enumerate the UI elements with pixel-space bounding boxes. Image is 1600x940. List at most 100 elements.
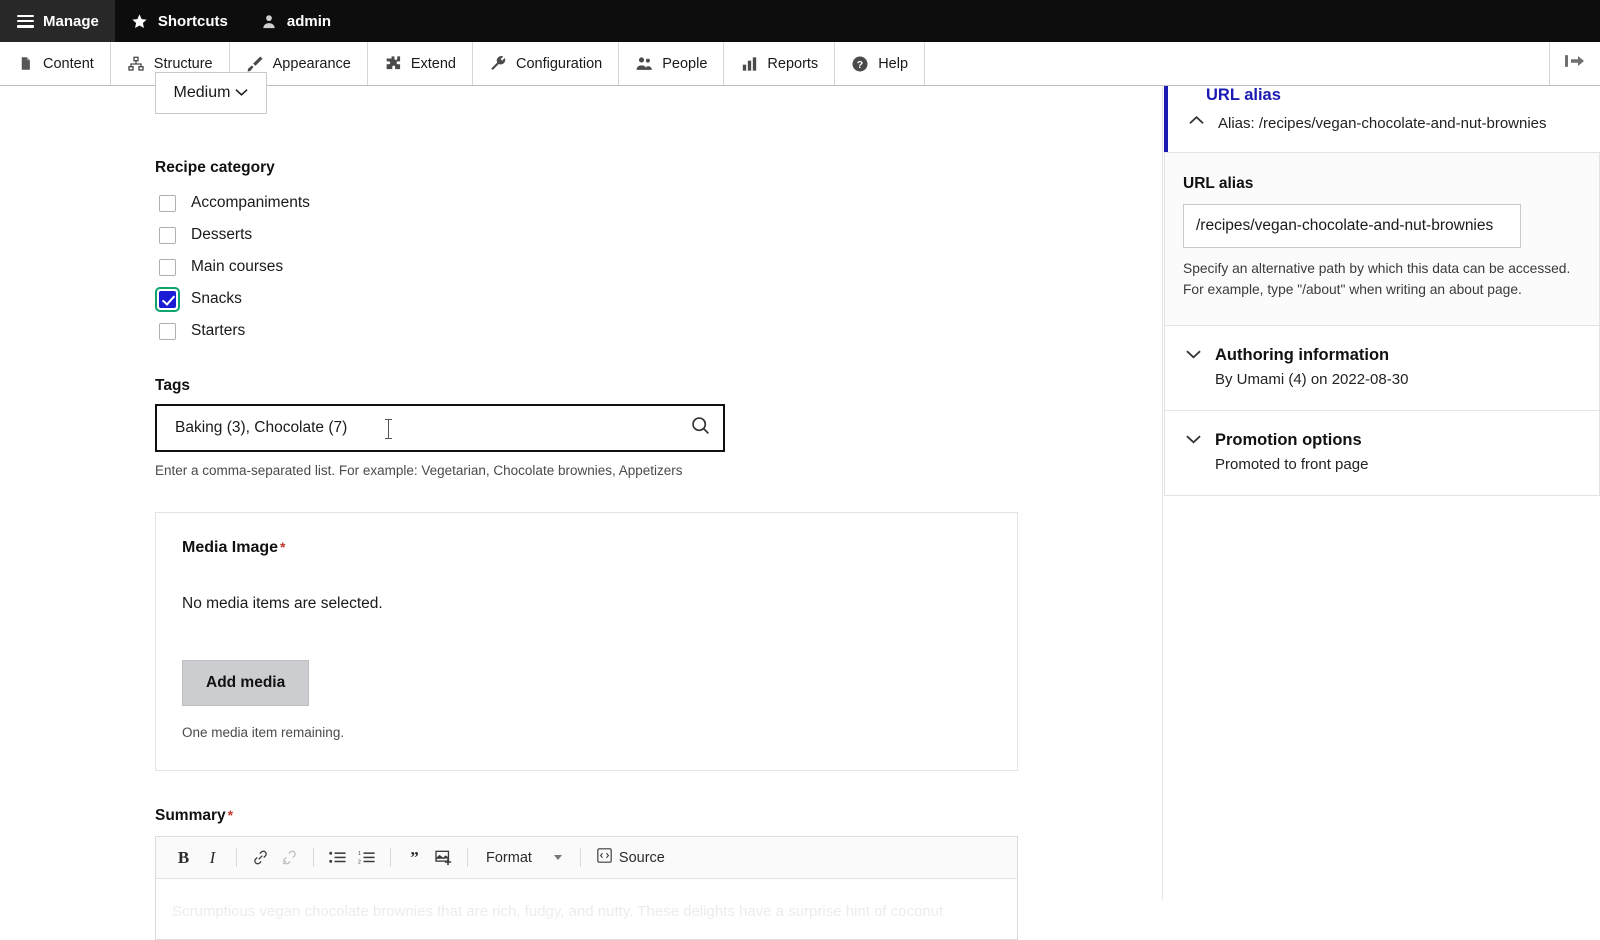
toolbar-tab-admin-label: admin (287, 13, 331, 30)
url-alias-description: Specify an alternative path by which thi… (1183, 259, 1581, 301)
recipe-category-legend: Recipe category (155, 159, 1162, 177)
authoring-title: Authoring information (1215, 346, 1408, 365)
summary-label-text: Summary (155, 807, 226, 824)
media-empty-message: No media items are selected. (182, 595, 991, 613)
difficulty-select-value: Medium (174, 84, 231, 102)
question-mark-icon: ? (851, 55, 869, 73)
menu-item-extend-label: Extend (411, 56, 456, 72)
summary-editor-body[interactable]: Scrumptious vegan chocolate brownies tha… (156, 879, 1017, 939)
search-icon[interactable] (690, 415, 711, 441)
page-body: Medium Recipe category Accompaniments De… (0, 86, 1600, 900)
toolbar-tab-manage-label: Manage (43, 13, 99, 30)
tags-input[interactable]: Baking (3), Chocolate (7) (155, 404, 725, 452)
toolbar-tab-manage[interactable]: Manage (0, 0, 115, 42)
url-alias-input[interactable]: /recipes/vegan-chocolate-and-nut-brownie… (1183, 204, 1521, 248)
checkbox-main-courses[interactable] (159, 259, 176, 276)
sidebar-section-promotion-options[interactable]: Promotion options Promoted to front page (1164, 411, 1600, 496)
bold-button[interactable]: B (170, 844, 197, 871)
menu-item-configuration-label: Configuration (516, 56, 602, 72)
checkbox-row-accompaniments[interactable]: Accompaniments (155, 187, 1162, 219)
toolbar-separator (467, 848, 468, 867)
url-alias-panel: URL alias /recipes/vegan-chocolate-and-n… (1164, 152, 1600, 326)
source-button[interactable]: Source (591, 848, 671, 867)
menu-item-extend[interactable]: Extend (368, 42, 473, 85)
menu-item-structure-label: Structure (154, 56, 213, 72)
toolbar-orientation-toggle[interactable] (1550, 42, 1600, 85)
checkbox-label-main-courses: Main courses (191, 258, 283, 276)
chevron-up-icon[interactable] (1186, 112, 1206, 136)
toolbar-tab-shortcuts[interactable]: Shortcuts (115, 0, 244, 42)
required-marker: * (228, 807, 233, 823)
toolbar-separator (313, 848, 314, 867)
user-icon (260, 12, 278, 30)
source-button-label: Source (619, 850, 665, 866)
paintbrush-icon (246, 55, 264, 73)
url-alias-field-label: URL alias (1183, 175, 1581, 193)
url-alias-summary: Alias: /recipes/vegan-chocolate-and-nut-… (1218, 112, 1547, 136)
checkbox-row-snacks[interactable]: Snacks (155, 283, 1162, 315)
menu-item-reports[interactable]: Reports (724, 42, 835, 85)
tags-input-value: Baking (3), Chocolate (7) (175, 419, 690, 437)
menu-item-reports-label: Reports (767, 56, 818, 72)
blockquote-icon[interactable]: ” (401, 844, 428, 871)
checkbox-snacks[interactable] (159, 291, 176, 308)
promotion-title: Promotion options (1215, 431, 1368, 450)
insert-media-icon[interactable] (430, 844, 457, 871)
unlink-icon[interactable] (276, 844, 303, 871)
checkbox-label-starters: Starters (191, 322, 245, 340)
toolbar-tab-admin[interactable]: admin (244, 0, 347, 42)
format-dropdown[interactable]: Format (478, 844, 570, 871)
media-remaining-note: One media item remaining. (182, 725, 991, 740)
checkbox-wrap (155, 319, 180, 344)
toolbar-separator (236, 848, 237, 867)
svg-text:1: 1 (358, 851, 361, 857)
checkbox-row-starters[interactable]: Starters (155, 315, 1162, 347)
menu-item-help-label: Help (878, 56, 908, 72)
authoring-summary: By Umami (4) on 2022-08-30 (1215, 371, 1408, 388)
file-icon (16, 55, 34, 73)
add-media-button[interactable]: Add media (182, 660, 309, 706)
checkbox-accompaniments[interactable] (159, 195, 176, 212)
people-icon (635, 55, 653, 73)
sidebar-section-url-alias: URL alias Alias: /recipes/vegan-chocolat… (1164, 86, 1600, 326)
menu-item-people[interactable]: People (619, 42, 724, 85)
text-cursor-icon (388, 419, 389, 439)
checkbox-label-accompaniments: Accompaniments (191, 194, 310, 212)
chevron-down-icon (235, 84, 248, 102)
difficulty-select[interactable]: Medium (155, 72, 267, 114)
media-image-title-text: Media Image (182, 539, 278, 556)
format-dropdown-label: Format (486, 850, 532, 866)
checkbox-desserts[interactable] (159, 227, 176, 244)
puzzle-icon (384, 55, 402, 73)
italic-button[interactable]: I (199, 844, 226, 871)
checkbox-label-desserts: Desserts (191, 226, 252, 244)
checkbox-wrap (155, 223, 180, 248)
checkbox-row-desserts[interactable]: Desserts (155, 219, 1162, 251)
chevron-down-icon[interactable] (1183, 431, 1203, 473)
toolbar-tab-shortcuts-label: Shortcuts (158, 13, 228, 30)
node-form-main-column: Medium Recipe category Accompaniments De… (0, 86, 1163, 900)
bulleted-list-icon[interactable] (324, 844, 351, 871)
url-alias-title: URL alias (1206, 86, 1582, 105)
toolbar-separator (390, 848, 391, 867)
bar-chart-icon (740, 55, 758, 73)
structure-icon (127, 55, 145, 73)
checkbox-row-main-courses[interactable]: Main courses (155, 251, 1162, 283)
tags-label: Tags (155, 377, 1162, 395)
chevron-down-icon[interactable] (1183, 346, 1203, 388)
chevron-down-icon (554, 855, 562, 860)
wrench-icon (489, 55, 507, 73)
menu-item-content-label: Content (43, 56, 94, 72)
toolbar-separator (580, 848, 581, 867)
menu-item-content[interactable]: Content (0, 42, 111, 85)
url-alias-header[interactable]: URL alias Alias: /recipes/vegan-chocolat… (1164, 86, 1600, 152)
menu-item-help[interactable]: ? Help (835, 42, 925, 85)
sidebar-section-authoring-information[interactable]: Authoring information By Umami (4) on 20… (1164, 326, 1600, 411)
menu-item-configuration[interactable]: Configuration (473, 42, 619, 85)
link-icon[interactable] (247, 844, 274, 871)
tags-description: Enter a comma-separated list. For exampl… (155, 463, 1162, 478)
checkbox-starters[interactable] (159, 323, 176, 340)
numbered-list-icon[interactable]: 12 (353, 844, 380, 871)
promotion-summary: Promoted to front page (1215, 456, 1368, 473)
required-marker: * (280, 539, 285, 555)
